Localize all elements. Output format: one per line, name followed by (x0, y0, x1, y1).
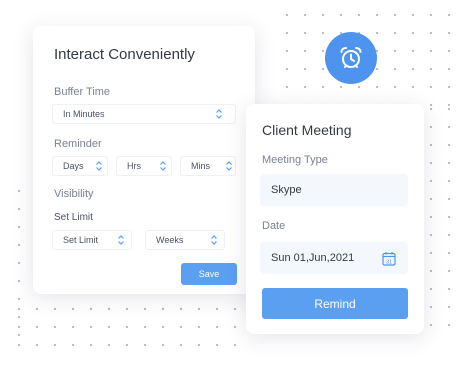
meeting-card: Client Meeting Meeting Type Skype Date S… (246, 104, 424, 334)
reminder-days-value: Days (63, 161, 84, 171)
settings-card-title: Interact Conveniently (54, 46, 195, 63)
reminder-hrs-value: Hrs (127, 161, 141, 171)
dot-pattern-right (422, 100, 458, 340)
meeting-type-label: Meeting Type (262, 154, 328, 166)
set-limit-label: Set Limit (54, 212, 93, 223)
calendar-icon[interactable]: 31 (382, 251, 396, 266)
remind-button[interactable]: Remind (262, 288, 408, 319)
reminder-days-select[interactable]: Days (52, 156, 108, 176)
dot-pattern-bottom (10, 300, 250, 348)
chevron-updown-icon (216, 109, 222, 119)
alarm-clock-icon (340, 47, 362, 68)
chevron-updown-icon (226, 161, 232, 171)
chevron-updown-icon (96, 161, 102, 171)
date-value: Sun 01,Jun,2021 (271, 252, 355, 264)
chevron-updown-icon (211, 235, 217, 245)
weeks-value: Weeks (156, 235, 184, 245)
meeting-card-title: Client Meeting (262, 122, 352, 138)
chevron-updown-icon (118, 235, 124, 245)
buffer-time-label: Buffer Time (54, 86, 111, 98)
reminder-label: Reminder (54, 138, 102, 150)
visibility-label: Visibility (54, 188, 94, 200)
reminder-hrs-select[interactable]: Hrs (116, 156, 172, 176)
set-limit-select[interactable]: Set Limit (52, 230, 132, 250)
set-limit-value: Set Limit (63, 235, 99, 245)
reminder-mins-value: Mins (191, 161, 211, 171)
meeting-type-field[interactable]: Skype (260, 174, 408, 206)
date-label: Date (262, 220, 286, 232)
save-button[interactable]: Save (181, 263, 237, 285)
chevron-updown-icon (160, 161, 166, 171)
buffer-time-select[interactable]: In Minutes (52, 104, 236, 124)
calendar-day-number: 31 (386, 259, 392, 265)
reminder-mins-select[interactable]: Mins (180, 156, 236, 176)
settings-card: Interact Conveniently Buffer Time In Min… (33, 26, 255, 294)
weeks-select[interactable]: Weeks (145, 230, 225, 250)
meeting-type-value: Skype (271, 184, 302, 196)
date-field[interactable]: Sun 01,Jun,2021 31 (260, 242, 408, 274)
alarm-badge (325, 32, 377, 84)
buffer-time-value: In Minutes (63, 109, 105, 119)
